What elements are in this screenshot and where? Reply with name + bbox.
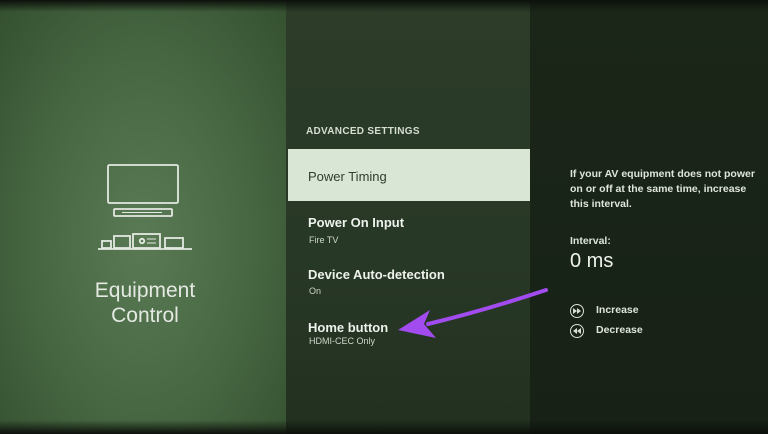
fast-forward-icon (570, 304, 584, 318)
menu-item-power-timing[interactable]: Power Timing (288, 149, 530, 201)
category-title-line2: Control (111, 304, 179, 327)
screen-bezel-bottom (0, 420, 768, 434)
menu-item-label: Power Timing (308, 169, 387, 184)
menu-item-power-on-input[interactable]: Power On Input Fire TV (288, 212, 530, 252)
menu-item-label: Power On Input (308, 215, 405, 230)
menu-item-label: Device Auto-detection (308, 267, 445, 282)
interval-value: 0 ms (570, 250, 614, 272)
help-text: If your AV equipment does not power on o… (570, 168, 755, 210)
menu-item-label: Home button (308, 320, 389, 335)
menu-item-value: Fire TV (309, 235, 339, 245)
section-heading: ADVANCED SETTINGS (306, 126, 420, 137)
menu-item-value: On (309, 286, 322, 296)
tv-screen: Equipment Control ADVANCED SETTINGS Powe… (0, 0, 768, 434)
category-title-line1: Equipment (94, 279, 196, 302)
increase-label: Increase (596, 304, 639, 316)
rewind-icon (570, 324, 584, 338)
screen-bezel-top (0, 0, 768, 12)
category-title: Equipment Control (60, 278, 230, 328)
decrease-label: Decrease (596, 324, 643, 336)
interval-label: Interval: (570, 235, 611, 247)
arrow-pointer-icon (398, 288, 548, 338)
detail-pane (530, 0, 768, 434)
tv-and-equipment-icon (98, 164, 192, 250)
menu-item-value: HDMI-CEC Only (309, 336, 376, 346)
